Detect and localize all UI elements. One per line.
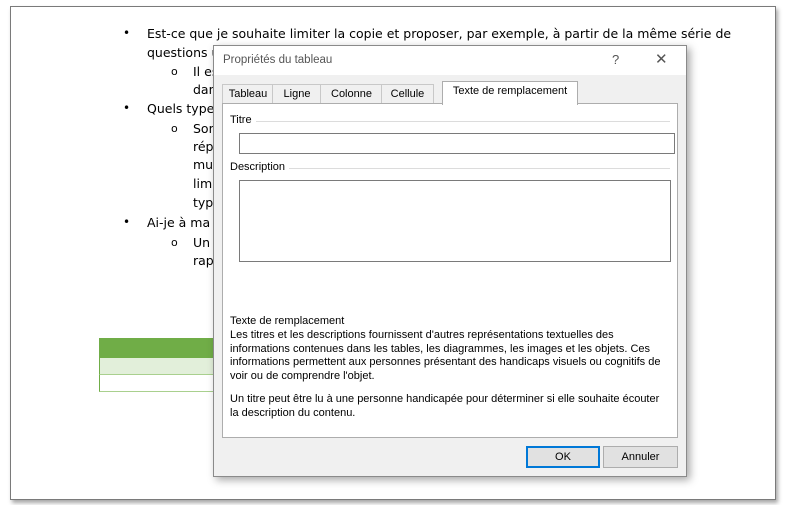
tab-ligne[interactable]: Ligne: [272, 84, 322, 104]
ok-button[interactable]: OK: [526, 446, 600, 468]
tab-label: Colonne: [331, 88, 372, 100]
sub-bullet-icon: o: [171, 236, 178, 249]
help-heading: Texte de remplacement: [230, 315, 345, 327]
bullet-icon: •: [123, 101, 131, 115]
help-icon[interactable]: ?: [612, 52, 619, 67]
separator: [230, 121, 670, 122]
tab-tableau[interactable]: Tableau: [222, 84, 274, 104]
title-input[interactable]: [239, 133, 675, 154]
sub-bullet-icon: o: [171, 65, 178, 78]
doc-line[interactable]: Est-ce que je souhaite limiter la copie …: [147, 26, 731, 41]
alt-text-panel: Titre Description Texte de remplacement …: [222, 103, 678, 438]
description-textarea[interactable]: [239, 180, 671, 262]
tab-cellule[interactable]: Cellule: [381, 84, 434, 104]
sub-bullet-icon: o: [171, 122, 178, 135]
tab-texte-de-remplacement[interactable]: Texte de remplacement: [442, 81, 578, 105]
doc-line[interactable]: Ai-je à ma d: [147, 215, 222, 230]
tab-label: Tableau: [228, 88, 268, 100]
tab-label: Texte de remplacement: [452, 85, 568, 97]
separator: [230, 168, 670, 169]
dialog-title: Propriétés du tableau: [223, 54, 333, 66]
bullet-icon: •: [123, 215, 131, 229]
cancel-button[interactable]: Annuler: [603, 446, 678, 468]
description-label: Description: [230, 161, 290, 173]
help-paragraph: Un titre peut être lu à une personne han…: [230, 393, 660, 419]
doc-line[interactable]: questions u: [147, 45, 219, 60]
tab-label: Ligne: [283, 88, 311, 100]
help-paragraph: Les titres et les descriptions fournisse…: [230, 329, 661, 382]
bullet-icon: •: [123, 26, 131, 40]
table-properties-dialog: Propriétés du tableau ? ✕ Tableau Ligne …: [213, 45, 687, 477]
title-label: Titre: [230, 114, 256, 126]
tab-colonne[interactable]: Colonne: [320, 84, 383, 104]
dialog-titlebar[interactable]: Propriétés du tableau ? ✕: [214, 46, 686, 75]
close-icon[interactable]: ✕: [655, 50, 668, 68]
doc-line[interactable]: Quels types: [147, 101, 221, 116]
tab-label: Cellule: [390, 88, 425, 100]
